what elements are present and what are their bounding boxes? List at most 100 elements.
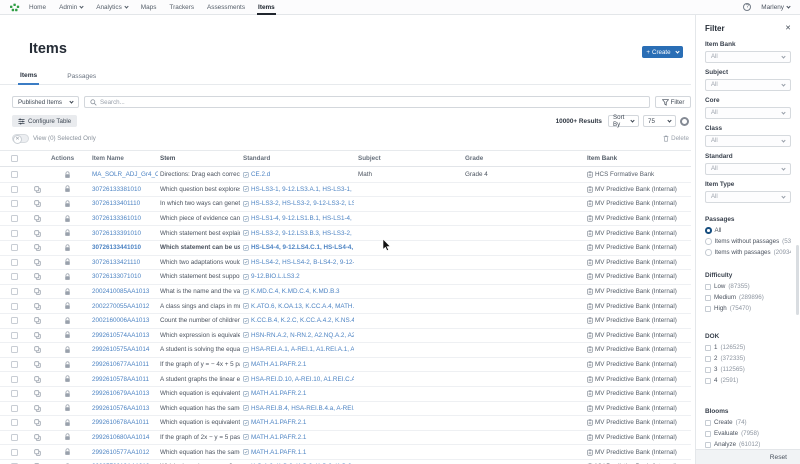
help-icon[interactable]: ? — [743, 3, 752, 11]
radio-items-with-passages[interactable]: Items with passages (209349) — [705, 249, 791, 256]
row-checkbox[interactable] — [11, 185, 18, 193]
copy-icon[interactable] — [33, 186, 41, 193]
row-checkbox[interactable] — [11, 215, 18, 223]
standard-link[interactable]: MATH.A1.PAFR.1.1 — [251, 449, 306, 456]
copy-icon[interactable] — [33, 215, 41, 222]
table-row[interactable]: 2992610576AA1013 Which equation has the … — [0, 401, 691, 417]
standard-link[interactable]: K.CC.B.4, K.2.C, K.CC.A.4.2, K.NS.4, K.C… — [251, 317, 354, 324]
per-page-select[interactable]: 75 — [643, 115, 676, 127]
item-name-link[interactable]: 2992610578AA1011 — [92, 376, 149, 383]
copy-icon[interactable] — [33, 273, 41, 281]
checkbox-dok-4[interactable]: 4 (2591) — [705, 377, 791, 384]
nav-item-home[interactable]: Home — [29, 4, 46, 11]
standard-link[interactable]: 9-12.BIO.L.LS3.2 — [251, 273, 300, 280]
nav-item-assessments[interactable]: Assessments — [207, 4, 245, 11]
filter-select-class[interactable]: All — [705, 135, 791, 147]
copy-icon[interactable] — [33, 448, 41, 456]
checkbox-difficulty-high[interactable]: High (75470) — [705, 305, 791, 312]
row-checkbox[interactable] — [11, 288, 18, 296]
search-input[interactable]: Search... — [84, 96, 650, 108]
nav-item-maps[interactable]: Maps — [141, 4, 157, 11]
filter-select-item-bank[interactable]: All — [705, 51, 791, 63]
standard-link[interactable]: HS-LS3-2, 9-12.LS3.B.3, HS-LS3-2, B-LS3-… — [251, 230, 354, 237]
create-button[interactable]: + Create — [642, 46, 683, 58]
table-row[interactable]: 2002410085AA1013 What is the name and th… — [0, 284, 691, 300]
item-name-link[interactable]: 2002410085AA1013 — [92, 288, 149, 295]
table-row[interactable]: 30726133361010 Which piece of evidence c… — [0, 211, 691, 227]
radio-items-without-passages[interactable]: Items without passages (535428) — [705, 238, 791, 245]
standard-link[interactable]: HSN-RN.A.2, N-RN.2, A2.NQ.A.2, A2: N-RN.… — [251, 332, 354, 339]
standard-link[interactable]: MATH.A1.PAFR.2.1 — [251, 361, 306, 368]
copy-icon[interactable] — [33, 302, 41, 310]
standard-link[interactable]: HSA-REI.D.10, A-REI.10, A1.REI.C.A, A1: … — [251, 376, 354, 383]
copy-icon[interactable] — [33, 317, 41, 324]
table-row[interactable]: 30726133391010 Which statement best expl… — [0, 226, 691, 241]
item-name-link[interactable]: MA_SOLR_ADJ_Gr4_CA3_Q... — [92, 171, 158, 178]
table-row[interactable]: 2002570019AA1013 Which shape is a square… — [0, 459, 691, 464]
copy-icon[interactable] — [33, 346, 41, 354]
item-name-link[interactable]: 30726133421110 — [92, 259, 140, 266]
checkbox-difficulty-low[interactable]: Low (87355) — [705, 283, 791, 290]
copy-icon[interactable] — [33, 229, 41, 237]
item-name-link[interactable]: 30726133401110 — [92, 200, 140, 207]
row-checkbox[interactable] — [11, 258, 18, 266]
sort-by-select[interactable]: Sort By — [608, 114, 639, 128]
row-checkbox[interactable] — [11, 433, 18, 441]
item-name-link[interactable]: 2992610679AA1013 — [92, 390, 149, 397]
table-row[interactable]: 2992610680AA1014 If the graph of 2x − y … — [0, 430, 691, 446]
table-row[interactable]: 30726133381010 Which question best explo… — [0, 182, 691, 198]
nav-item-admin[interactable]: Admin — [59, 4, 84, 11]
item-name-link[interactable]: 2002160006AA1013 — [92, 317, 149, 324]
radio-all[interactable]: All — [705, 227, 791, 234]
table-row[interactable]: 30726133401110 In which two ways can gen… — [0, 197, 691, 212]
table-row[interactable]: 2992610678AA1011 Which equation is equiv… — [0, 416, 691, 431]
scrollbar-thumb[interactable] — [796, 245, 799, 315]
copy-icon[interactable] — [33, 332, 41, 339]
row-checkbox[interactable] — [11, 390, 18, 398]
table-row[interactable]: MA_SOLR_ADJ_Gr4_CA3_Q... Directions: Dra… — [0, 168, 691, 183]
nav-item-analytics[interactable]: Analytics — [96, 4, 129, 11]
toggle-switch[interactable]: ✕ — [12, 134, 29, 144]
standard-link[interactable]: K.ATO.6, K.OA.13, K.CC.A.4, MATH.K.PAFR.… — [251, 303, 354, 310]
item-name-link[interactable]: 30726133381010 — [92, 186, 141, 193]
item-name-link[interactable]: 2002270055AA1012 — [92, 303, 149, 310]
tab-items[interactable]: Items — [18, 70, 40, 85]
row-checkbox[interactable] — [11, 244, 18, 252]
standard-link[interactable]: CE.2.d — [251, 171, 270, 178]
table-row[interactable]: 2992610578AA1011 A student graphs the li… — [0, 372, 691, 387]
published-items-select[interactable]: Published Items — [12, 96, 79, 108]
standard-link[interactable]: HS-LS3-1, 9-12.LS3.A.1, HS-LS3-1, B-LS3-… — [251, 186, 354, 193]
checkbox-difficulty-medium[interactable]: Medium (289896) — [705, 294, 791, 301]
filter-select-subject[interactable]: All — [705, 79, 791, 91]
copy-icon[interactable] — [33, 361, 41, 368]
pages-icon[interactable] — [680, 116, 689, 126]
standard-link[interactable]: MATH.A1.PAFR.2.1 — [251, 419, 306, 426]
row-checkbox[interactable] — [11, 302, 18, 310]
filter-select-item-type[interactable]: All — [705, 191, 791, 203]
row-checkbox[interactable] — [11, 404, 18, 412]
select-all-checkbox[interactable] — [11, 155, 18, 162]
item-name-link[interactable]: 30726133441010 — [92, 244, 141, 251]
copy-icon[interactable] — [33, 434, 41, 441]
row-checkbox[interactable] — [11, 375, 18, 383]
copy-icon[interactable] — [33, 244, 41, 251]
table-row[interactable]: 2992610679AA1013 Which equation is equiv… — [0, 386, 691, 402]
copy-icon[interactable] — [33, 375, 41, 383]
reset-button[interactable]: Reset — [770, 454, 787, 461]
standard-link[interactable]: MATH.A1.PAFR.2.1 — [251, 390, 306, 397]
copy-icon[interactable] — [33, 288, 41, 295]
row-checkbox[interactable] — [11, 273, 18, 281]
standard-link[interactable]: K.MD.C.4, K.MD.C.4, K.MD.B.3 — [251, 288, 340, 295]
item-name-link[interactable]: 2992610575AA1014 — [92, 346, 149, 353]
filter-select-core[interactable]: All — [705, 107, 791, 119]
row-checkbox[interactable] — [11, 419, 18, 427]
checkbox-dok-1[interactable]: 1 (126525) — [705, 344, 791, 351]
table-row[interactable]: 2992610575AA1014 A student is solving th… — [0, 343, 691, 358]
table-row[interactable]: 30726133421110 Which two adaptations wou… — [0, 255, 691, 271]
close-icon[interactable]: ✕ — [785, 25, 791, 32]
nav-item-items[interactable]: Items — [257, 4, 276, 15]
item-name-link[interactable]: 2992610677AA1011 — [92, 361, 149, 368]
copy-icon[interactable] — [33, 390, 41, 397]
checkbox-blooms-evaluate[interactable]: Evaluate (7958) — [705, 430, 791, 437]
tab-passages[interactable]: Passages — [65, 70, 98, 84]
